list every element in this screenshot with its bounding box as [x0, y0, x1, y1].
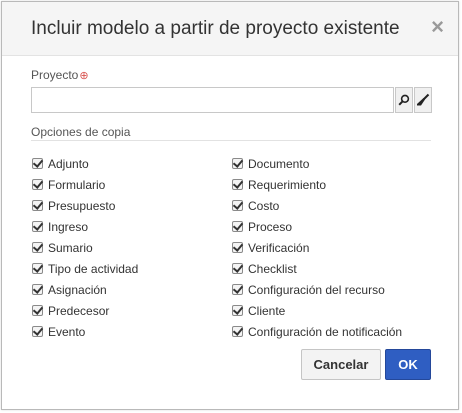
dialog: Incluir modelo a partir de proyecto exis…	[1, 1, 459, 410]
option-label: Predecesor	[48, 303, 110, 318]
option-label: Ingreso	[48, 219, 89, 234]
checkbox[interactable]	[232, 242, 243, 253]
option-formulario[interactable]: Formulario	[32, 174, 138, 195]
option-sumario[interactable]: Sumario	[32, 237, 138, 258]
dialog-title: Incluir modelo a partir de proyecto exis…	[31, 18, 400, 39]
copy-options-left: Adjunto Formulario Presupuesto Ingreso S…	[32, 153, 138, 342]
project-label: Proyecto⊕	[31, 68, 89, 82]
option-label: Cliente	[248, 303, 286, 318]
search-button[interactable]	[395, 87, 413, 113]
option-label: Presupuesto	[48, 198, 116, 213]
option-label: Verificación	[248, 240, 310, 255]
checkbox[interactable]	[32, 200, 43, 211]
option-configuracion-de-notificacion[interactable]: Configuración de notificación	[232, 321, 402, 342]
option-label: Asignación	[48, 282, 107, 297]
option-presupuesto[interactable]: Presupuesto	[32, 195, 138, 216]
option-ingreso[interactable]: Ingreso	[32, 216, 138, 237]
option-label: Adjunto	[48, 156, 89, 171]
option-adjunto[interactable]: Adjunto	[32, 153, 138, 174]
option-label: Evento	[48, 324, 86, 339]
option-checklist[interactable]: Checklist	[232, 258, 402, 279]
checkbox[interactable]	[232, 284, 243, 295]
copy-options-right: Documento Requerimiento Costo Proceso Ve…	[232, 153, 402, 342]
option-label: Costo	[248, 198, 280, 213]
checkbox[interactable]	[32, 305, 43, 316]
option-label: Documento	[248, 156, 310, 171]
dialog-titlebar: Incluir modelo a partir de proyecto exis…	[2, 2, 458, 56]
checkbox[interactable]	[32, 263, 43, 274]
project-input[interactable]	[31, 87, 394, 113]
ok-button[interactable]: OK	[385, 349, 431, 380]
option-label: Proceso	[248, 219, 293, 234]
option-label: Configuración del recurso	[248, 282, 385, 297]
option-proceso[interactable]: Proceso	[232, 216, 402, 237]
option-documento[interactable]: Documento	[232, 153, 402, 174]
checkbox[interactable]	[232, 263, 243, 274]
project-label-text: Proyecto	[31, 68, 79, 82]
checkbox[interactable]	[32, 158, 43, 169]
option-label: Sumario	[48, 240, 93, 255]
option-tipo-de-actividad[interactable]: Tipo de actividad	[32, 258, 138, 279]
checkbox[interactable]	[232, 221, 243, 232]
checkbox[interactable]	[232, 179, 243, 190]
checkbox[interactable]	[32, 284, 43, 295]
option-label: Checklist	[248, 261, 297, 276]
eraser-icon	[417, 93, 430, 106]
close-icon[interactable]: ×	[431, 15, 444, 39]
checkbox[interactable]	[232, 158, 243, 169]
option-label: Formulario	[48, 177, 106, 192]
option-label: Requerimiento	[248, 177, 327, 192]
checkbox[interactable]	[232, 200, 243, 211]
option-predecesor[interactable]: Predecesor	[32, 300, 138, 321]
option-verificacion[interactable]: Verificación	[232, 237, 402, 258]
checkbox[interactable]	[32, 242, 43, 253]
option-label: Configuración de notificación	[248, 324, 403, 339]
clear-button[interactable]	[414, 87, 432, 113]
cancel-button[interactable]: Cancelar	[301, 349, 381, 380]
option-label: Tipo de actividad	[48, 261, 139, 276]
option-cliente[interactable]: Cliente	[232, 300, 402, 321]
option-evento[interactable]: Evento	[32, 321, 138, 342]
search-icon	[398, 94, 410, 106]
option-configuracion-del-recurso[interactable]: Configuración del recurso	[232, 279, 402, 300]
option-costo[interactable]: Costo	[232, 195, 402, 216]
checkbox[interactable]	[32, 179, 43, 190]
checkbox[interactable]	[32, 221, 43, 232]
checkbox[interactable]	[232, 326, 243, 337]
option-requerimiento[interactable]: Requerimiento	[232, 174, 402, 195]
copy-options-heading: Opciones de copia	[31, 125, 131, 139]
option-asignacion[interactable]: Asignación	[32, 279, 138, 300]
divider	[31, 140, 431, 141]
checkbox[interactable]	[32, 326, 43, 337]
required-icon: ⊕	[79, 70, 89, 82]
checkbox[interactable]	[232, 305, 243, 316]
